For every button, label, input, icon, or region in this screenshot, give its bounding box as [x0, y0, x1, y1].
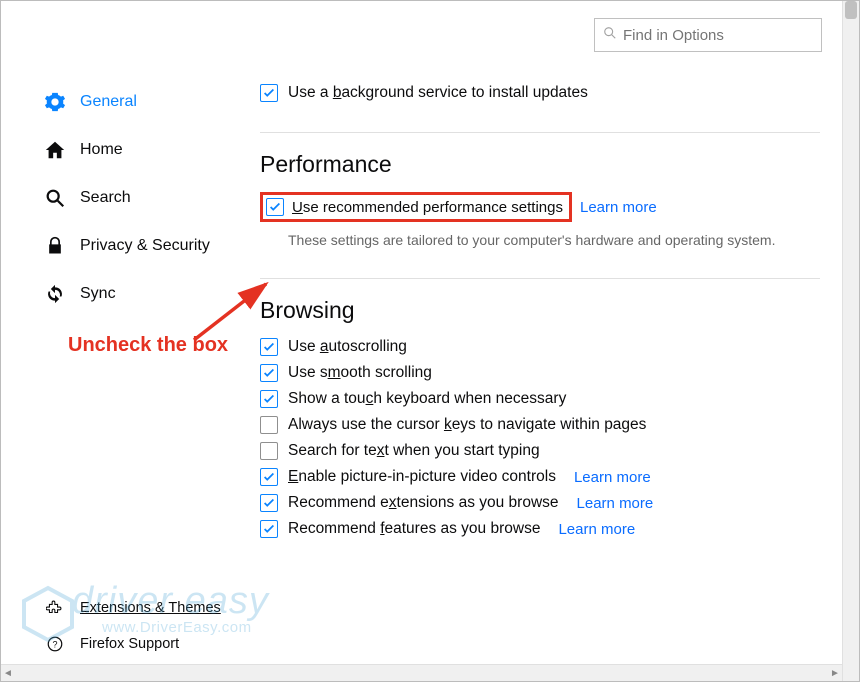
gear-icon: [44, 91, 66, 113]
sidebar: General Home Search: [2, 58, 242, 664]
vertical-scrollbar[interactable]: [842, 1, 859, 681]
magnifier-icon: [44, 187, 66, 209]
label-browsing-3: Always use the cursor keys to navigate w…: [288, 416, 646, 434]
horizontal-scrollbar[interactable]: ◄ ►: [1, 664, 842, 681]
label-browsing-6: Recommend extensions as you browse: [288, 494, 559, 512]
scroll-right-arrow[interactable]: ►: [828, 667, 842, 679]
checkbox-browsing-6[interactable]: [260, 494, 278, 512]
row-browsing-7[interactable]: Recommend features as you browse Learn mo…: [260, 520, 820, 538]
checkbox-browsing-2[interactable]: [260, 390, 278, 408]
row-browsing-0[interactable]: Use autoscrolling: [260, 338, 820, 356]
link-learn-more-browsing-7[interactable]: Learn more: [558, 521, 635, 538]
search-box[interactable]: [594, 18, 822, 52]
search-input[interactable]: [623, 27, 822, 44]
row-browsing-3[interactable]: Always use the cursor keys to navigate w…: [260, 416, 820, 434]
search-row: [2, 2, 842, 58]
puzzle-icon: [44, 597, 66, 619]
row-browsing-2[interactable]: Show a touch keyboard when necessary: [260, 390, 820, 408]
svg-text:?: ?: [52, 639, 57, 649]
sidebar-item-label: Search: [80, 189, 131, 207]
sidebar-item-general[interactable]: General: [44, 82, 242, 122]
label-browsing-7: Recommend features as you browse: [288, 520, 540, 538]
sidebar-item-extensions[interactable]: Extensions & Themes: [44, 592, 242, 624]
window-frame: General Home Search: [0, 0, 860, 682]
heading-performance: Performance: [260, 151, 820, 178]
heading-browsing: Browsing: [260, 297, 820, 324]
checkbox-browsing-5[interactable]: [260, 468, 278, 486]
checkbox-browsing-1[interactable]: [260, 364, 278, 382]
annotation-highlight-box: Use recommended performance settings: [260, 192, 572, 222]
row-background-service[interactable]: Use a background service to install upda…: [260, 84, 820, 102]
browsing-list: Use autoscrolling Use smooth scrolling Sho…: [260, 338, 820, 538]
sidebar-item-label: General: [80, 93, 137, 111]
checkbox-browsing-4[interactable]: [260, 442, 278, 460]
row-browsing-1[interactable]: Use smooth scrolling: [260, 364, 820, 382]
sidebar-item-search[interactable]: Search: [44, 178, 242, 218]
annotation-text: Uncheck the box: [68, 334, 228, 357]
lock-icon: [44, 235, 66, 257]
checkbox-browsing-3[interactable]: [260, 416, 278, 434]
options-page: General Home Search: [2, 2, 842, 664]
checkbox-background-service[interactable]: [260, 84, 278, 102]
sidebar-footer: Extensions & Themes ? Firefox Support: [44, 592, 242, 664]
link-learn-more-browsing-5[interactable]: Learn more: [574, 469, 651, 486]
label-background-service: Use a background service to install upda…: [288, 84, 588, 102]
settings-content: Use a background service to install upda…: [242, 58, 842, 664]
sidebar-item-sync[interactable]: Sync: [44, 274, 242, 314]
help-icon: ?: [44, 633, 66, 655]
link-learn-more-performance[interactable]: Learn more: [580, 199, 657, 216]
divider: [260, 278, 820, 279]
columns: General Home Search: [2, 58, 842, 664]
checkbox-browsing-7[interactable]: [260, 520, 278, 538]
search-icon: [603, 26, 623, 44]
scroll-left-arrow[interactable]: ◄: [1, 667, 15, 679]
sidebar-footer-label: Extensions & Themes: [80, 600, 221, 616]
label-browsing-1: Use smooth scrolling: [288, 364, 432, 382]
content-area: General Home Search: [1, 1, 859, 681]
sidebar-item-support[interactable]: ? Firefox Support: [44, 628, 242, 660]
sidebar-item-privacy[interactable]: Privacy & Security: [44, 226, 242, 266]
sidebar-footer-label: Firefox Support: [80, 636, 179, 652]
checkbox-use-recommended[interactable]: [266, 198, 284, 216]
divider: [260, 132, 820, 133]
label-browsing-5: Enable picture-in-picture video controls: [288, 468, 556, 486]
checkbox-browsing-0[interactable]: [260, 338, 278, 356]
home-icon: [44, 139, 66, 161]
sidebar-item-home[interactable]: Home: [44, 130, 242, 170]
scroll-thumb[interactable]: [845, 1, 857, 19]
label-browsing-4: Search for text when you start typing: [288, 442, 540, 460]
sync-icon: [44, 283, 66, 305]
row-browsing-6[interactable]: Recommend extensions as you browse Learn …: [260, 494, 820, 512]
label-browsing-2: Show a touch keyboard when necessary: [288, 390, 566, 408]
sidebar-item-label: Sync: [80, 285, 116, 303]
note-performance: These settings are tailored to your comp…: [288, 232, 820, 248]
row-browsing-4[interactable]: Search for text when you start typing: [260, 442, 820, 460]
link-learn-more-browsing-6[interactable]: Learn more: [577, 495, 654, 512]
sidebar-item-label: Home: [80, 141, 123, 159]
row-browsing-5[interactable]: Enable picture-in-picture video controls…: [260, 468, 820, 486]
sidebar-item-label: Privacy & Security: [80, 237, 210, 255]
label-use-recommended: Use recommended performance settings: [292, 199, 563, 216]
label-browsing-0: Use autoscrolling: [288, 338, 407, 356]
